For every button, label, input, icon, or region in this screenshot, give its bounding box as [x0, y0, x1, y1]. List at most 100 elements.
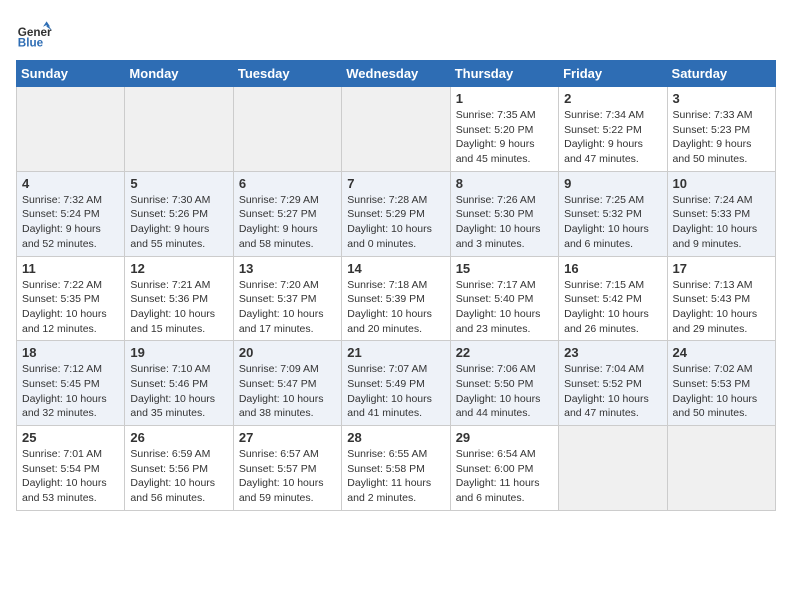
week-row-1: 1 Sunrise: 7:35 AMSunset: 5:20 PMDaylight… [17, 87, 776, 172]
days-of-week-row: SundayMondayTuesdayWednesdayThursdayFrid… [17, 61, 776, 87]
day-info: Sunrise: 7:04 AMSunset: 5:52 PMDaylight:… [564, 362, 661, 421]
day-info: Sunrise: 7:12 AMSunset: 5:45 PMDaylight:… [22, 362, 119, 421]
day-info: Sunrise: 7:10 AMSunset: 5:46 PMDaylight:… [130, 362, 227, 421]
day-header-wednesday: Wednesday [342, 61, 450, 87]
day-info: Sunrise: 7:17 AMSunset: 5:40 PMDaylight:… [456, 278, 553, 337]
day-number: 4 [22, 176, 119, 191]
calendar-cell [342, 87, 450, 172]
day-header-friday: Friday [559, 61, 667, 87]
day-number: 21 [347, 345, 444, 360]
day-info: Sunrise: 6:59 AMSunset: 5:56 PMDaylight:… [130, 447, 227, 506]
day-header-sunday: Sunday [17, 61, 125, 87]
day-info: Sunrise: 7:35 AMSunset: 5:20 PMDaylight:… [456, 108, 553, 167]
calendar-cell: 10Sunrise: 7:24 AMSunset: 5:33 PMDayligh… [667, 171, 775, 256]
day-info: Sunrise: 7:01 AMSunset: 5:54 PMDaylight:… [22, 447, 119, 506]
day-info: Sunrise: 7:26 AMSunset: 5:30 PMDaylight:… [456, 193, 553, 252]
day-info: Sunrise: 7:09 AMSunset: 5:47 PMDaylight:… [239, 362, 336, 421]
day-info: Sunrise: 7:22 AMSunset: 5:35 PMDaylight:… [22, 278, 119, 337]
day-info: Sunrise: 7:21 AMSunset: 5:36 PMDaylight:… [130, 278, 227, 337]
week-row-2: 4 Sunrise: 7:32 AMSunset: 5:24 PMDaylight… [17, 171, 776, 256]
calendar-cell: 5 Sunrise: 7:30 AMSunset: 5:26 PMDaylight… [125, 171, 233, 256]
day-number: 29 [456, 430, 553, 445]
day-number: 12 [130, 261, 227, 276]
day-number: 23 [564, 345, 661, 360]
day-header-tuesday: Tuesday [233, 61, 341, 87]
calendar-cell: 12 Sunrise: 7:21 AMSunset: 5:36 PMDayligh… [125, 256, 233, 341]
day-number: 22 [456, 345, 553, 360]
day-info: Sunrise: 7:34 AMSunset: 5:22 PMDaylight:… [564, 108, 661, 167]
day-info: Sunrise: 7:18 AMSunset: 5:39 PMDaylight:… [347, 278, 444, 337]
day-number: 16 [564, 261, 661, 276]
calendar-cell: 28Sunrise: 6:55 AMSunset: 5:58 PMDayligh… [342, 426, 450, 511]
calendar-cell: 14 Sunrise: 7:18 AMSunset: 5:39 PMDayligh… [342, 256, 450, 341]
calendar-cell: 27Sunrise: 6:57 AMSunset: 5:57 PMDayligh… [233, 426, 341, 511]
day-number: 3 [673, 91, 770, 106]
day-info: Sunrise: 7:13 AMSunset: 5:43 PMDaylight:… [673, 278, 770, 337]
day-number: 14 [347, 261, 444, 276]
day-number: 9 [564, 176, 661, 191]
calendar-cell: 11 Sunrise: 7:22 AMSunset: 5:35 PMDayligh… [17, 256, 125, 341]
calendar-cell: 18 Sunrise: 7:12 AMSunset: 5:45 PMDayligh… [17, 341, 125, 426]
calendar-cell: 2 Sunrise: 7:34 AMSunset: 5:22 PMDaylight… [559, 87, 667, 172]
week-row-4: 18 Sunrise: 7:12 AMSunset: 5:45 PMDayligh… [17, 341, 776, 426]
day-number: 10 [673, 176, 770, 191]
day-header-thursday: Thursday [450, 61, 558, 87]
day-number: 25 [22, 430, 119, 445]
calendar-cell: 16 Sunrise: 7:15 AMSunset: 5:42 PMDayligh… [559, 256, 667, 341]
day-info: Sunrise: 6:55 AMSunset: 5:58 PMDaylight:… [347, 447, 444, 506]
logo-icon: General Blue [16, 16, 52, 52]
day-number: 20 [239, 345, 336, 360]
calendar-cell: 3 Sunrise: 7:33 AMSunset: 5:23 PMDaylight… [667, 87, 775, 172]
day-info: Sunrise: 7:15 AMSunset: 5:42 PMDaylight:… [564, 278, 661, 337]
day-number: 13 [239, 261, 336, 276]
day-number: 2 [564, 91, 661, 106]
calendar-cell [667, 426, 775, 511]
calendar-cell: 7Sunrise: 7:28 AMSunset: 5:29 PMDaylight… [342, 171, 450, 256]
calendar-cell: 24 Sunrise: 7:02 AMSunset: 5:53 PMDayligh… [667, 341, 775, 426]
day-info: Sunrise: 7:30 AMSunset: 5:26 PMDaylight:… [130, 193, 227, 252]
day-number: 18 [22, 345, 119, 360]
day-info: Sunrise: 7:02 AMSunset: 5:53 PMDaylight:… [673, 362, 770, 421]
day-number: 11 [22, 261, 119, 276]
day-info: Sunrise: 6:54 AMSunset: 6:00 PMDaylight:… [456, 447, 553, 506]
day-number: 26 [130, 430, 227, 445]
day-header-saturday: Saturday [667, 61, 775, 87]
calendar-cell: 4 Sunrise: 7:32 AMSunset: 5:24 PMDaylight… [17, 171, 125, 256]
calendar-cell: 1 Sunrise: 7:35 AMSunset: 5:20 PMDaylight… [450, 87, 558, 172]
day-info: Sunrise: 7:32 AMSunset: 5:24 PMDaylight:… [22, 193, 119, 252]
logo: General Blue [16, 16, 52, 52]
calendar-cell: 29 Sunrise: 6:54 AMSunset: 6:00 PMDayligh… [450, 426, 558, 511]
calendar-cell: 8 Sunrise: 7:26 AMSunset: 5:30 PMDaylight… [450, 171, 558, 256]
calendar-cell: 20 Sunrise: 7:09 AMSunset: 5:47 PMDayligh… [233, 341, 341, 426]
calendar-cell: 23 Sunrise: 7:04 AMSunset: 5:52 PMDayligh… [559, 341, 667, 426]
day-number: 19 [130, 345, 227, 360]
day-number: 15 [456, 261, 553, 276]
week-row-5: 25 Sunrise: 7:01 AMSunset: 5:54 PMDayligh… [17, 426, 776, 511]
calendar-cell [17, 87, 125, 172]
calendar-table: SundayMondayTuesdayWednesdayThursdayFrid… [16, 60, 776, 511]
calendar-header: SundayMondayTuesdayWednesdayThursdayFrid… [17, 61, 776, 87]
calendar-body: 1 Sunrise: 7:35 AMSunset: 5:20 PMDaylight… [17, 87, 776, 511]
calendar-cell: 15 Sunrise: 7:17 AMSunset: 5:40 PMDayligh… [450, 256, 558, 341]
day-info: Sunrise: 7:06 AMSunset: 5:50 PMDaylight:… [456, 362, 553, 421]
day-number: 6 [239, 176, 336, 191]
day-info: Sunrise: 7:25 AMSunset: 5:32 PMDaylight:… [564, 193, 661, 252]
day-number: 8 [456, 176, 553, 191]
day-info: Sunrise: 7:20 AMSunset: 5:37 PMDaylight:… [239, 278, 336, 337]
day-info: Sunrise: 7:28 AMSunset: 5:29 PMDaylight:… [347, 193, 444, 252]
calendar-cell [125, 87, 233, 172]
calendar-cell: 19 Sunrise: 7:10 AMSunset: 5:46 PMDayligh… [125, 341, 233, 426]
calendar-cell: 13 Sunrise: 7:20 AMSunset: 5:37 PMDayligh… [233, 256, 341, 341]
calendar-cell: 17 Sunrise: 7:13 AMSunset: 5:43 PMDayligh… [667, 256, 775, 341]
calendar-cell: 22 Sunrise: 7:06 AMSunset: 5:50 PMDayligh… [450, 341, 558, 426]
day-info: Sunrise: 7:33 AMSunset: 5:23 PMDaylight:… [673, 108, 770, 167]
calendar-cell [559, 426, 667, 511]
day-number: 17 [673, 261, 770, 276]
day-number: 5 [130, 176, 227, 191]
week-row-3: 11 Sunrise: 7:22 AMSunset: 5:35 PMDayligh… [17, 256, 776, 341]
calendar-cell: 9 Sunrise: 7:25 AMSunset: 5:32 PMDaylight… [559, 171, 667, 256]
day-info: Sunrise: 7:29 AMSunset: 5:27 PMDaylight:… [239, 193, 336, 252]
day-number: 27 [239, 430, 336, 445]
day-number: 24 [673, 345, 770, 360]
day-number: 1 [456, 91, 553, 106]
